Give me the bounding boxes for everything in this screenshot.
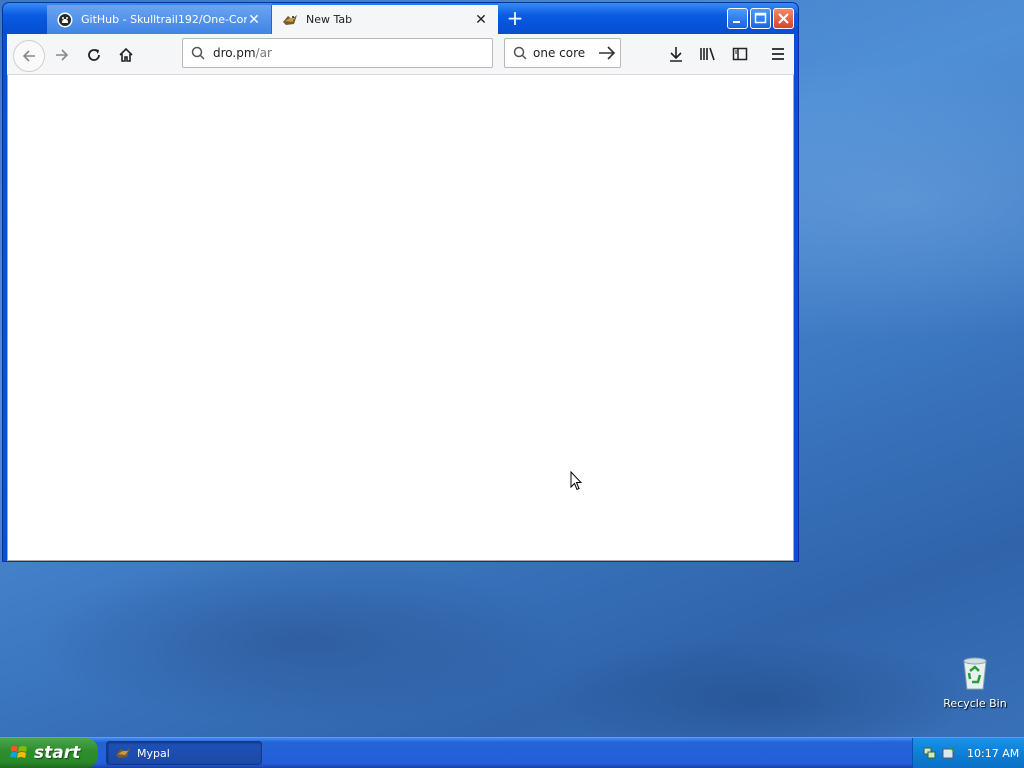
mypal-icon [116, 748, 130, 758]
windows-logo-icon [10, 746, 27, 758]
maximize-icon [754, 12, 767, 24]
sidebar-icon [732, 47, 748, 61]
reload-icon [88, 49, 100, 61]
close-button[interactable] [773, 8, 794, 29]
network-icon[interactable] [923, 746, 937, 760]
window-controls [727, 8, 794, 29]
system-tray: 10:17 AM [912, 738, 1024, 768]
back-arrow-icon [22, 50, 35, 62]
hamburger-menu-icon [772, 48, 784, 60]
new-tab-button[interactable]: + [503, 7, 527, 31]
address-bar[interactable]: dro.pm/ar [182, 38, 493, 68]
browser-window: GitHub - Skulltrail192/One-Core-API ✕ Ne… [3, 3, 798, 561]
title-bar: GitHub - Skulltrail192/One-Core-API ✕ Ne… [3, 3, 798, 34]
forward-arrow-icon [56, 49, 69, 61]
minimize-button[interactable] [727, 8, 748, 29]
search-icon [191, 46, 205, 60]
home-button[interactable] [111, 40, 141, 70]
home-icon [119, 47, 133, 62]
sidebar-button[interactable] [729, 43, 751, 65]
tab-github[interactable]: GitHub - Skulltrail192/One-Core-API ✕ [47, 5, 272, 34]
url-host: dro.pm [213, 46, 256, 60]
mouse-cursor-icon [570, 471, 582, 491]
maximize-button[interactable] [750, 8, 771, 29]
tab-new-tab[interactable]: New Tab ✕ [272, 3, 498, 34]
menu-button[interactable] [767, 43, 789, 65]
search-bar[interactable]: one core [504, 38, 621, 68]
clock[interactable]: 10:17 AM [967, 747, 1019, 760]
search-icon [513, 46, 527, 60]
task-label: Mypal [137, 746, 170, 760]
tab-label: New Tab [306, 13, 353, 26]
library-icon [700, 47, 715, 61]
page-content[interactable] [7, 75, 794, 561]
search-input[interactable]: one core [533, 46, 598, 60]
download-icon [670, 47, 682, 62]
navigation-toolbar: dro.pm/ar one core [7, 34, 794, 75]
url-text: dro.pm/ar [213, 46, 272, 60]
tab-label: GitHub - Skulltrail192/One-Core-API [81, 13, 247, 26]
reload-button[interactable] [79, 40, 109, 70]
close-tab-icon[interactable]: ✕ [247, 12, 261, 28]
taskbar-button-mypal[interactable]: Mypal [106, 741, 262, 765]
desktop-icon-label: Recycle Bin [943, 697, 1007, 710]
desktop-icon-recycle-bin[interactable]: Recycle Bin [940, 655, 1010, 710]
close-icon [778, 13, 789, 24]
mypal-icon [283, 14, 297, 25]
go-arrow-icon[interactable] [598, 45, 616, 61]
minimize-icon [733, 21, 740, 23]
close-tab-icon[interactable]: ✕ [474, 12, 488, 28]
safely-remove-hardware-icon[interactable] [941, 746, 955, 760]
back-button[interactable] [13, 40, 45, 72]
forward-button[interactable] [47, 40, 77, 70]
start-label: start [34, 743, 81, 763]
url-path: /ar [255, 46, 272, 60]
library-button[interactable] [697, 43, 719, 65]
recycle-bin-icon [963, 657, 987, 690]
downloads-button[interactable] [665, 43, 687, 65]
github-icon [57, 12, 73, 27]
taskbar: start Mypal 10:17 AM [0, 737, 1024, 768]
start-button[interactable]: start [0, 738, 98, 768]
